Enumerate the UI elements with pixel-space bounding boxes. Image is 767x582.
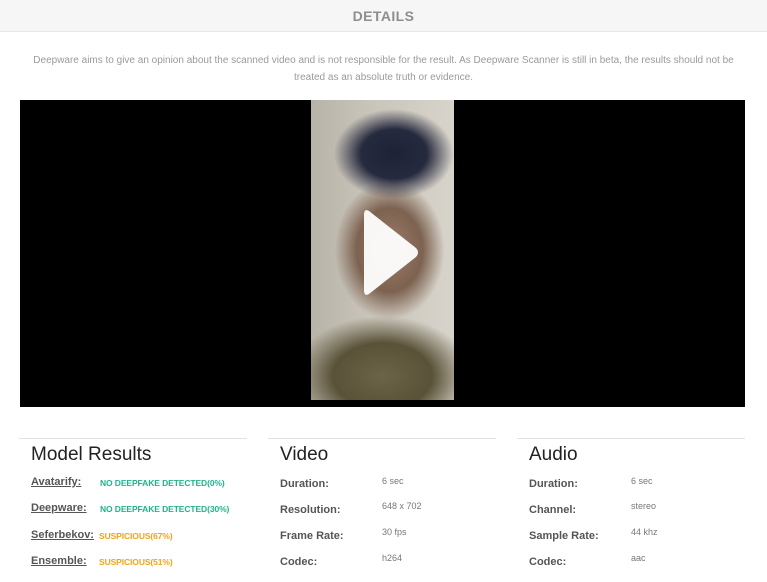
model-link-ensemble[interactable]: Ensemble: [31, 555, 87, 567]
video-info-panel: Video Duration: 6 sec Resolution: 648 x … [268, 438, 496, 582]
details-header: DETAILS [0, 0, 767, 32]
audio-channel-label: Channel: [529, 504, 577, 516]
video-info-title: Video [280, 444, 329, 465]
audio-codec-label: Codec: [529, 556, 567, 568]
audio-duration-label: Duration: [529, 478, 578, 490]
video-codec-label: Codec: [280, 556, 318, 568]
result-avatarify: NO DEEPFAKE DETECTED(0%) [100, 478, 225, 488]
model-link-seferbekov[interactable]: Seferbekov: [31, 529, 94, 541]
audio-info-panel: Audio Duration: 6 sec Channel: stereo Sa… [517, 438, 745, 582]
video-resolution-label: Resolution: [280, 504, 341, 516]
video-framerate-value: 30 fps [382, 527, 407, 537]
play-icon[interactable] [361, 205, 421, 300]
audio-channel-value: stereo [631, 501, 657, 511]
model-link-avatarify[interactable]: Avatarify: [31, 476, 81, 488]
video-framerate-label: Frame Rate: [280, 530, 344, 542]
video-resolution-value: 648 x 702 [382, 501, 422, 511]
video-duration-label: Duration: [280, 478, 329, 490]
audio-info-title: Audio [529, 444, 578, 465]
audio-samplerate-label: Sample Rate: [529, 530, 599, 542]
page-title: DETAILS [352, 8, 415, 24]
result-ensemble: SUSPICIOUS(51%) [99, 557, 173, 567]
video-duration-value: 6 sec [382, 476, 404, 486]
result-deepware: NO DEEPFAKE DETECTED(30%) [100, 504, 230, 514]
audio-samplerate-value: 44 khz [631, 527, 658, 537]
video-codec-value: h264 [382, 553, 403, 563]
model-results-title: Model Results [31, 444, 152, 465]
disclaimer-text: Deepware aims to give an opinion about t… [33, 55, 734, 83]
audio-duration-value: 6 sec [631, 476, 653, 486]
model-link-deepware[interactable]: Deepware: [31, 502, 87, 514]
result-seferbekov: SUSPICIOUS(67%) [99, 531, 173, 541]
audio-codec-value: aac [631, 553, 646, 563]
video-player[interactable] [20, 100, 745, 407]
model-results-panel: Model Results Avatarify: NO DEEPFAKE DET… [19, 438, 247, 582]
